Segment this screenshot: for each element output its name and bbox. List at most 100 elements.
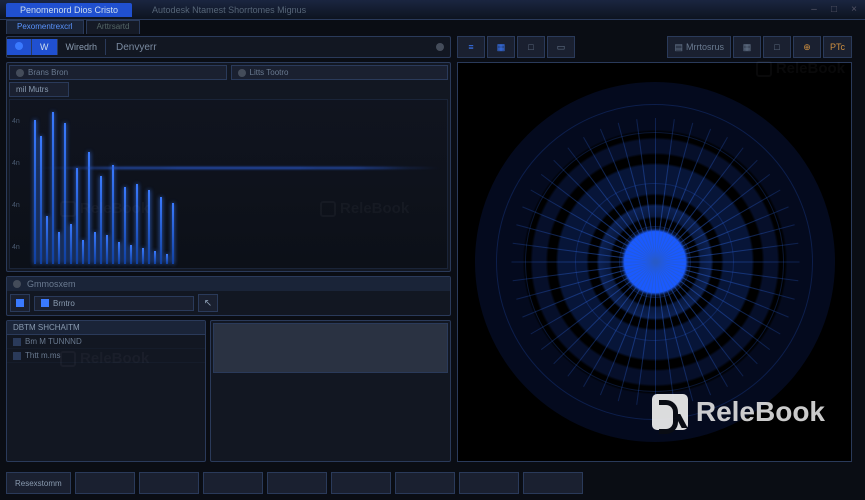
item-icon bbox=[13, 352, 21, 360]
subtab-bar: Pexomentrexcrl Arttrsartd bbox=[0, 20, 865, 34]
bar bbox=[106, 235, 108, 264]
dot-icon bbox=[238, 69, 246, 77]
ytick: 4n bbox=[12, 202, 20, 209]
bar bbox=[160, 197, 162, 264]
viewport-3d[interactable] bbox=[457, 62, 852, 462]
param-square-button[interactable] bbox=[10, 294, 30, 312]
graph-area[interactable]: 4n 4n 4n 4n bbox=[9, 99, 448, 269]
list-item-label: Thtt m.ms bbox=[25, 351, 61, 360]
chart-bars bbox=[34, 104, 443, 264]
minimize-icon[interactable]: – bbox=[809, 5, 819, 15]
bottom-btn[interactable] bbox=[139, 472, 199, 494]
mode-wire-icon[interactable] bbox=[7, 39, 32, 55]
bar bbox=[118, 242, 120, 264]
titlebar: Penomenord Dios Cristo Autodesk Ntamest … bbox=[0, 0, 865, 20]
param-cursor-button[interactable]: ↖ bbox=[198, 294, 218, 312]
bar bbox=[52, 112, 54, 264]
dot-icon bbox=[13, 280, 21, 288]
graph-header-right-label: Litts Tootro bbox=[250, 68, 289, 77]
bottom-btn[interactable] bbox=[75, 472, 135, 494]
bottom-btn[interactable] bbox=[331, 472, 391, 494]
graph-panel: Brans Bron mil Mutrs Litts Tootro 4n 4n … bbox=[6, 62, 451, 272]
bar bbox=[34, 120, 36, 264]
viewport-toolbar: ≡ ▦ □ ▭ ▤Mrrtosrus ▦ □ ⊕ PTc bbox=[457, 36, 852, 58]
bar bbox=[130, 245, 132, 264]
tool-r0-icon[interactable]: ▦ bbox=[733, 36, 761, 58]
bar bbox=[166, 254, 168, 264]
params-panel: Gmmosxem Brntro ↖ bbox=[6, 276, 451, 316]
y-ticks: 4n 4n 4n 4n bbox=[12, 100, 20, 268]
editor-field[interactable] bbox=[213, 323, 448, 373]
bar bbox=[58, 232, 60, 264]
app-title: Autodesk Ntamest Shorrtomes Mignus bbox=[152, 5, 306, 15]
tool-mid-button[interactable]: ▤Mrrtosrus bbox=[667, 36, 731, 58]
subtab-0[interactable]: Pexomentrexcrl bbox=[6, 20, 84, 34]
list-item-label: Bm M TUNNND bbox=[25, 337, 82, 346]
tool-grid-icon[interactable]: ▦ bbox=[487, 36, 515, 58]
titlebar-tab[interactable]: Penomenord Dios Cristo bbox=[6, 3, 132, 17]
graph-header-left[interactable]: Brans Bron bbox=[9, 65, 227, 80]
tool-ptc-button[interactable]: PTc bbox=[823, 36, 852, 58]
bar bbox=[94, 232, 96, 264]
radial-object bbox=[475, 82, 835, 442]
tool-mid-label: Mrrtosrus bbox=[686, 42, 724, 52]
close-icon[interactable]: × bbox=[849, 5, 859, 15]
editor-panel bbox=[210, 320, 451, 462]
params-header: Gmmosxem bbox=[7, 277, 450, 291]
tool-menu-icon[interactable]: ≡ bbox=[457, 36, 485, 58]
bar bbox=[82, 240, 84, 264]
square-icon bbox=[16, 299, 24, 307]
item-icon bbox=[13, 338, 21, 346]
layer-icon: ▤ bbox=[674, 42, 683, 53]
params-header-label: Gmmosxem bbox=[27, 279, 76, 289]
mode-bar: W Wiredrh Denvyerr bbox=[6, 36, 451, 58]
ytick: 4n bbox=[12, 244, 20, 251]
maximize-icon[interactable]: □ bbox=[829, 5, 839, 15]
bar bbox=[154, 251, 156, 264]
graph-subheader[interactable]: mil Mutrs bbox=[9, 82, 69, 97]
bar bbox=[70, 224, 72, 264]
bottom-bar: Resexstomm bbox=[6, 472, 859, 494]
dot-icon bbox=[15, 42, 23, 50]
bar bbox=[100, 176, 102, 264]
bar bbox=[148, 190, 150, 264]
bar bbox=[76, 168, 78, 264]
bar bbox=[40, 136, 42, 264]
bottom-btn-0[interactable]: Resexstomm bbox=[6, 472, 71, 494]
tool-box-icon[interactable]: □ bbox=[517, 36, 545, 58]
bottom-btn[interactable] bbox=[203, 472, 263, 494]
tool-gear-icon[interactable]: ⊕ bbox=[793, 36, 821, 58]
bottom-btn[interactable] bbox=[523, 472, 583, 494]
list-item[interactable]: Bm M TUNNND bbox=[7, 335, 205, 349]
ytick: 4n bbox=[12, 160, 20, 167]
mode-label: Denvyerr bbox=[106, 39, 167, 56]
bar bbox=[112, 165, 114, 264]
bar bbox=[142, 248, 144, 264]
mode-item-1[interactable]: Wiredrh bbox=[58, 39, 107, 55]
bar bbox=[64, 123, 66, 264]
cursor-icon: ↖ bbox=[204, 298, 212, 309]
list-header: DBTM SHCHAITM bbox=[7, 321, 205, 335]
bottom-btn[interactable] bbox=[267, 472, 327, 494]
param-field[interactable]: Brntro bbox=[34, 296, 194, 311]
tool-r1-icon[interactable]: □ bbox=[763, 36, 791, 58]
mode-item-0[interactable]: W bbox=[32, 39, 58, 55]
list-panel: DBTM SHCHAITM Bm M TUNNND Thtt m.ms bbox=[6, 320, 206, 462]
bar bbox=[124, 187, 126, 264]
bottom-btn[interactable] bbox=[395, 472, 455, 494]
graph-header-left-label: Brans Bron bbox=[28, 68, 68, 77]
subtab-1[interactable]: Arttrsartd bbox=[86, 20, 141, 34]
bar bbox=[88, 152, 90, 264]
window-controls: – □ × bbox=[809, 5, 859, 15]
list-item[interactable]: Thtt m.ms bbox=[7, 349, 205, 363]
graph-header-right[interactable]: Litts Tootro bbox=[231, 65, 449, 80]
param-field-label: Brntro bbox=[53, 299, 75, 308]
ytick: 4n bbox=[12, 118, 20, 125]
bar bbox=[46, 216, 48, 264]
dot-icon bbox=[16, 69, 24, 77]
bar bbox=[172, 203, 174, 264]
tool-rect-icon[interactable]: ▭ bbox=[547, 36, 575, 58]
bottom-btn[interactable] bbox=[459, 472, 519, 494]
bar bbox=[136, 184, 138, 264]
square-icon bbox=[41, 299, 49, 307]
